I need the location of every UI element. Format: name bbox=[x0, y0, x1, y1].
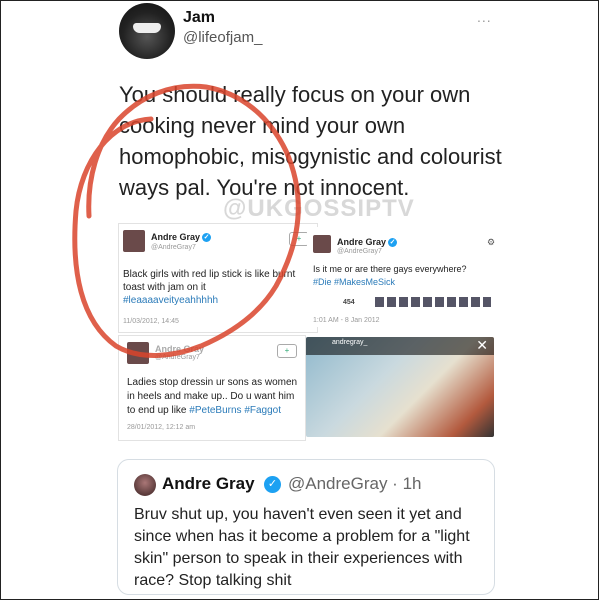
verified-icon: ✓ bbox=[202, 233, 212, 243]
video-thumbnail: andregray_ ✕ bbox=[306, 337, 494, 437]
settings-icon: ⚙ bbox=[487, 237, 496, 247]
tweet-text: Bruv shut up, you haven't even seen it y… bbox=[134, 506, 470, 589]
quote-tweet[interactable]: Andre Gray ✓ @AndreGray · 1h Bruv shut u… bbox=[117, 459, 495, 595]
follow-button: + bbox=[277, 344, 297, 358]
screenshot-frame: Jam @lifeofjam_ ... You should really fo… bbox=[0, 0, 599, 600]
user-handle: @AndreGray7 bbox=[151, 244, 196, 251]
user-handle[interactable]: @AndreGray · 1h bbox=[288, 474, 421, 494]
close-icon: ✕ bbox=[476, 337, 488, 353]
screenshot-tweet-2: Andre Gray ✓ @AndreGray7 ⚙ Is it me or ar… bbox=[307, 227, 497, 327]
avatar[interactable] bbox=[134, 474, 156, 496]
avatar bbox=[313, 235, 331, 253]
user-handle[interactable]: @lifeofjam_ bbox=[183, 29, 262, 46]
user-name: Andre Gray ✓ bbox=[337, 237, 398, 248]
verified-icon: ✓ bbox=[388, 238, 398, 248]
screenshot-tweet-1: Andre Gray ✓ @AndreGray7 + Black girls wi… bbox=[118, 223, 318, 333]
tweet-text: Ladies stop dressin ur sons as women in … bbox=[127, 377, 298, 416]
avatar bbox=[127, 342, 149, 364]
hashtag: #leaaaaveityeahhhhh bbox=[123, 295, 219, 306]
like-count: 454 bbox=[343, 299, 355, 306]
user-handle: @AndreGray7 bbox=[155, 354, 200, 361]
more-options-icon[interactable]: ... bbox=[477, 9, 492, 25]
avatar-image bbox=[133, 23, 161, 33]
timestamp: 1:01 AM - 8 Jan 2012 bbox=[313, 317, 380, 324]
screenshot-tweet-3: Andre Gray @AndreGray7 + Ladies stop dre… bbox=[118, 335, 306, 441]
watermark: @UKGOSSIPTV bbox=[223, 195, 415, 222]
user-name[interactable]: Jam bbox=[183, 9, 215, 27]
hashtag: #PeteBurns #Faggot bbox=[189, 405, 282, 416]
avatar[interactable] bbox=[119, 3, 175, 59]
tweet-text: You should really focus on your own cook… bbox=[119, 82, 502, 200]
user-handle: @AndreGray7 bbox=[337, 248, 382, 255]
user-name: Andre Gray bbox=[155, 344, 205, 354]
video-user: andregray_ bbox=[332, 339, 368, 346]
hashtag: #Die #MakesMeSick bbox=[313, 277, 396, 287]
tweet-text: Black girls with red lip stick is like b… bbox=[123, 269, 296, 306]
user-name: Andre Gray ✓ bbox=[151, 232, 212, 243]
avatar bbox=[123, 230, 145, 252]
follow-button: + bbox=[289, 232, 309, 246]
verified-icon: ✓ bbox=[264, 476, 281, 493]
tweet-text: Is it me or are there gays everywhere? #… bbox=[313, 264, 467, 287]
timestamp: 28/01/2012, 12:12 am bbox=[127, 424, 196, 431]
user-name[interactable]: Andre Gray bbox=[162, 474, 255, 494]
liker-avatars bbox=[375, 297, 491, 307]
timestamp: 11/03/2012, 14:45 bbox=[123, 318, 179, 325]
